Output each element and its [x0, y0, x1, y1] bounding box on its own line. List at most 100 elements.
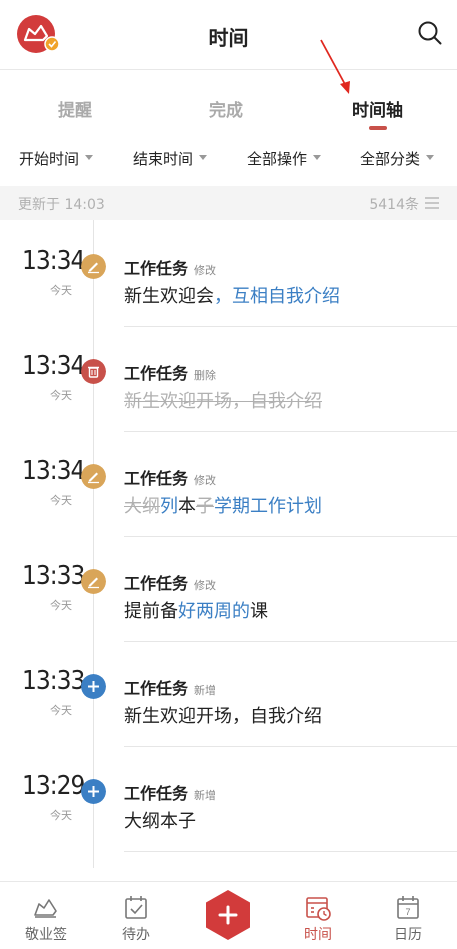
entry-date: 今天 — [50, 494, 72, 507]
tab-reminder[interactable]: 提醒 — [58, 96, 92, 121]
filter-label: 全部操作 — [247, 150, 308, 168]
desc-segment: 大纲 — [124, 496, 160, 517]
entry-time: 13:33 — [22, 561, 85, 591]
desc-segment: 大纲本子 — [124, 811, 196, 832]
entry-operation: 新增 — [194, 684, 217, 697]
entry-description: 大纲本子 — [124, 807, 196, 833]
active-tab-indicator — [369, 126, 387, 130]
desc-segment: ，互相自我介绍 — [214, 286, 340, 307]
nav-todo[interactable]: 待办 — [96, 882, 176, 949]
entry-time: 13:29 — [22, 771, 85, 801]
entry-description: 新生欢迎开场，自我介绍 — [124, 702, 322, 728]
entry-description: 提前备好两周的课 — [124, 597, 268, 623]
tab-bar: 提醒 完成 时间轴 — [0, 80, 457, 134]
desc-segment: 课 — [250, 601, 268, 622]
timeline-entry[interactable]: 13:33 今天 工作任务 修改 提前备好两周的课 — [0, 537, 457, 642]
memo-icon — [34, 899, 57, 918]
entry-operation: 修改 — [194, 579, 217, 592]
filter-category[interactable]: 全部分类 — [360, 148, 435, 169]
entry-date: 今天 — [50, 599, 72, 612]
filter-start-time[interactable]: 开始时间 — [19, 148, 94, 169]
caret-down-icon — [85, 155, 94, 160]
nav-label: 敬业签 — [25, 927, 67, 943]
nav-calendar[interactable]: 7 日历 — [368, 882, 448, 949]
entry-date: 今天 — [50, 284, 72, 297]
status-bar: 更新于 14:03 5414条 — [0, 186, 457, 220]
entry-title: 工作任务 修改 — [124, 465, 216, 489]
entry-time: 13:34 — [22, 246, 85, 276]
entry-description: 新生欢迎开场，自我介绍 — [124, 387, 322, 413]
caret-down-icon — [313, 155, 322, 160]
entry-category: 工作任务 — [124, 364, 189, 383]
entry-time: 13:34 — [22, 351, 85, 381]
calendar-icon: 7 — [397, 896, 419, 919]
entry-category: 工作任务 — [124, 784, 189, 803]
entry-date: 今天 — [50, 704, 72, 717]
nav-time[interactable]: 时间 — [278, 882, 358, 949]
top-bar: 时间 — [0, 0, 457, 70]
record-count: 5414条 — [369, 197, 419, 213]
caret-down-icon — [426, 155, 435, 160]
entry-description: 大纲列本子学期工作计划 — [124, 492, 322, 518]
entry-operation: 修改 — [194, 474, 217, 487]
filter-label: 全部分类 — [360, 150, 421, 168]
pencil-icon — [81, 254, 106, 279]
desc-segment: 新生欢迎会 — [124, 286, 214, 307]
entry-operation: 修改 — [194, 264, 217, 277]
nav-label: 时间 — [304, 927, 332, 943]
plus-icon — [81, 779, 106, 804]
page-title: 时间 — [208, 26, 249, 50]
trash-icon — [81, 359, 106, 384]
entry-title: 工作任务 删除 — [124, 360, 216, 384]
desc-segment: 本 — [178, 496, 196, 517]
entry-title: 工作任务 修改 — [124, 255, 216, 279]
nav-label: 日历 — [394, 927, 422, 943]
desc-segment: 学期工作计划 — [214, 496, 322, 517]
filter-operation[interactable]: 全部操作 — [247, 148, 322, 169]
todo-icon — [125, 896, 147, 919]
filter-label: 开始时间 — [19, 150, 80, 168]
entry-category: 工作任务 — [124, 469, 189, 488]
nav-memo[interactable]: 敬业签 — [6, 882, 86, 949]
timeline-entry[interactable]: 13:34 今天 工作任务 修改 新生欢迎会，互相自我介绍 — [0, 222, 457, 327]
filter-end-time[interactable]: 结束时间 — [133, 148, 208, 169]
calendar-day: 7 — [405, 907, 410, 917]
filter-label: 结束时间 — [133, 150, 194, 168]
updated-time: 更新于 14:03 — [18, 197, 105, 213]
entry-title: 工作任务 新增 — [124, 780, 216, 804]
entry-description: 新生欢迎会，互相自我介绍 — [124, 282, 340, 308]
plus-icon — [81, 674, 106, 699]
entry-operation: 删除 — [194, 369, 217, 382]
pencil-icon — [81, 569, 106, 594]
desc-segment: 提前备 — [124, 601, 178, 622]
entry-date: 今天 — [50, 809, 72, 822]
pencil-icon — [81, 464, 106, 489]
desc-segment: 新生欢迎开场，自我介绍 — [124, 391, 322, 412]
entry-title: 工作任务 修改 — [124, 570, 216, 594]
entry-time: 13:33 — [22, 666, 85, 696]
desc-segment: 新生欢迎开场，自我介绍 — [124, 706, 322, 727]
entry-title: 工作任务 新增 — [124, 675, 216, 699]
search-icon[interactable] — [417, 20, 443, 46]
entry-operation: 新增 — [194, 789, 217, 802]
list-icon[interactable] — [425, 197, 439, 209]
filter-bar: 开始时间 结束时间 全部操作 全部分类 — [0, 140, 457, 180]
tab-timeline[interactable]: 时间轴 — [352, 96, 403, 121]
desc-segment: 子 — [196, 496, 214, 517]
entry-date: 今天 — [50, 389, 72, 402]
timeline-entry[interactable]: 13:34 今天 工作任务 修改大纲列本子学期工作计划 — [0, 432, 457, 537]
time-icon — [306, 897, 331, 921]
tab-completed[interactable]: 完成 — [209, 96, 243, 121]
nav-label: 待办 — [122, 927, 150, 943]
entry-divider — [124, 851, 457, 852]
timeline-entry[interactable]: 13:34 今天 工作任务 删除新生欢迎开场，自我介绍 — [0, 327, 457, 432]
timeline-entry[interactable]: 13:33 今天 工作任务 新增新生欢迎开场，自我介绍 — [0, 642, 457, 747]
entry-time: 13:34 — [22, 456, 85, 486]
add-button[interactable] — [205, 889, 251, 941]
caret-down-icon — [199, 155, 208, 160]
desc-segment: 好两周的 — [178, 601, 250, 622]
entry-category: 工作任务 — [124, 679, 189, 698]
entry-category: 工作任务 — [124, 574, 189, 593]
entry-category: 工作任务 — [124, 259, 189, 278]
timeline-entry[interactable]: 13:29 今天 工作任务 新增 大纲本子 — [0, 747, 457, 852]
